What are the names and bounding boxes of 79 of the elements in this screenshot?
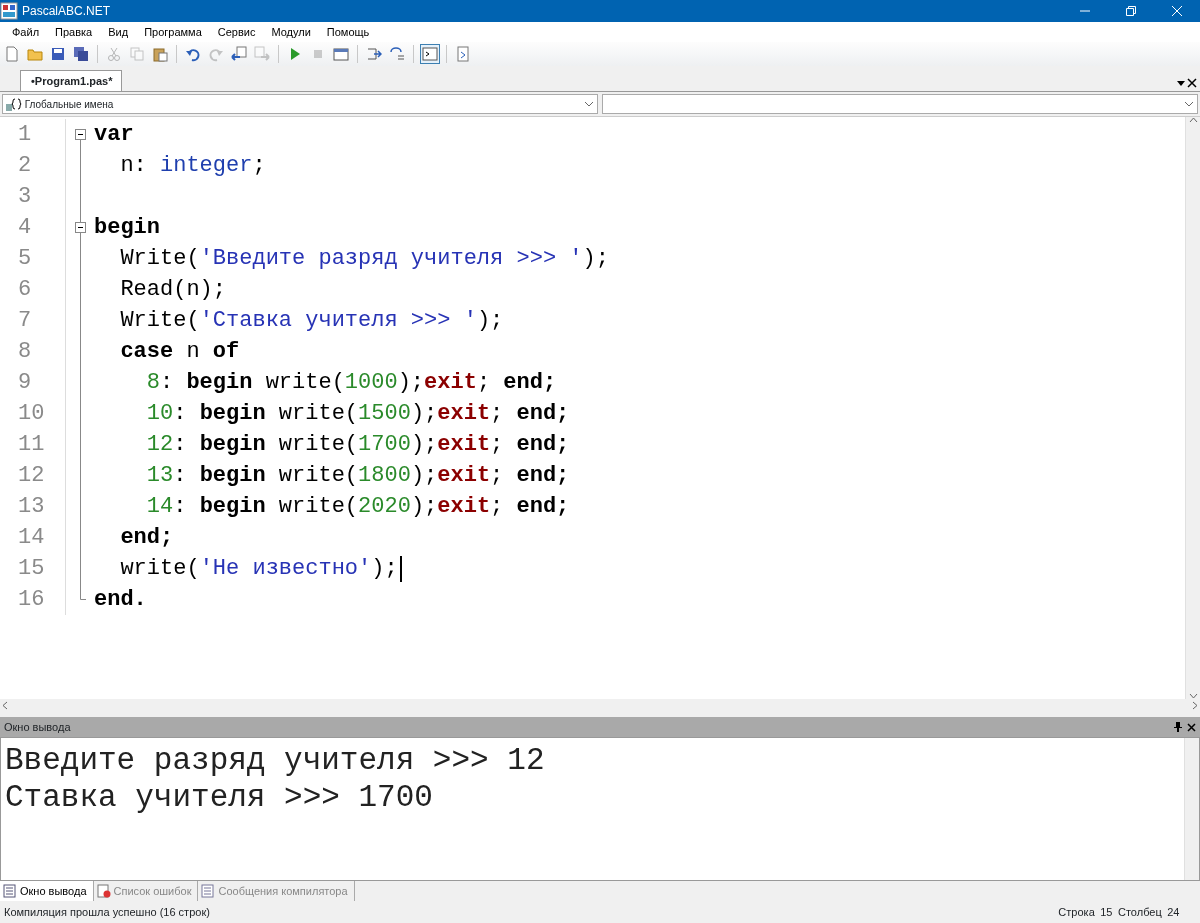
- menu-item[interactable]: Вид: [100, 23, 137, 41]
- status-label: Столбец: [1118, 904, 1162, 920]
- line-number: 16: [0, 584, 66, 615]
- tab-label: Список ошибок: [113, 883, 192, 899]
- code-line: 8: begin write(1000);exit; end;: [145, 369, 557, 397]
- chevron-down-icon: [584, 101, 594, 107]
- code-line: Write('Ставка учителя >>> ');: [119, 307, 504, 335]
- new-file-icon: [4, 46, 20, 62]
- error-list-icon: [96, 884, 111, 898]
- toolbar-button[interactable]: [420, 44, 440, 64]
- code-line: 12: begin write(1700);exit; end;: [145, 431, 570, 459]
- code-line: Read(n);: [119, 276, 227, 304]
- vertical-scrollbar[interactable]: [1185, 117, 1200, 699]
- copy-icon: [129, 46, 145, 62]
- document-arrow-icon: [231, 46, 247, 62]
- app-logo-icon: [0, 2, 18, 20]
- horizontal-scrollbar[interactable]: [0, 699, 1200, 712]
- scissors-icon: [106, 46, 122, 62]
- code-line: end.: [94, 586, 147, 614]
- chevron-down-icon: [1184, 101, 1194, 107]
- dropdown-icon[interactable]: [1176, 79, 1185, 88]
- menu-item[interactable]: Правка: [47, 23, 101, 41]
- clipboard-icon: [152, 46, 168, 62]
- scroll-down-icon[interactable]: [1188, 693, 1198, 699]
- pin-icon[interactable]: [1173, 722, 1182, 732]
- restore-icon[interactable]: [1126, 6, 1136, 16]
- scroll-right-icon[interactable]: [1192, 701, 1198, 710]
- close-icon[interactable]: [1187, 722, 1196, 732]
- collapse-icon[interactable]: [74, 129, 86, 140]
- menu-item[interactable]: Сервис: [209, 23, 264, 41]
- scroll-up-icon[interactable]: [1188, 117, 1198, 123]
- code-line: 14: begin write(2020);exit; end;: [145, 493, 570, 521]
- tab-label: Сообщения компилятора: [218, 883, 348, 899]
- code-line: case n of: [119, 338, 240, 366]
- status-value: 15: [1100, 904, 1113, 920]
- panel-title: Окно вывода: [4, 719, 71, 735]
- menu-item[interactable]: Помощь: [318, 23, 378, 41]
- status-message: Компиляция прошла успешно (16 строк): [4, 904, 210, 920]
- scroll-left-icon[interactable]: [2, 701, 8, 710]
- code-line: var: [94, 121, 134, 149]
- combo-value: Глобальные имена: [24, 97, 115, 112]
- file-tab[interactable]: •Program1.pas*: [20, 70, 122, 91]
- document-arrow-icon: [254, 46, 270, 62]
- status-value: 24: [1167, 904, 1180, 920]
- menu-item[interactable]: Модули: [263, 23, 319, 41]
- vertical-scrollbar[interactable]: [1184, 738, 1199, 880]
- save-all-icon: [73, 46, 89, 62]
- code-line: 13: begin write(1800);exit; end;: [145, 462, 570, 490]
- menu-item[interactable]: Файл: [4, 23, 48, 41]
- list-icon: [3, 884, 17, 898]
- save-icon: [50, 46, 66, 62]
- member-dropdown[interactable]: [602, 94, 1198, 114]
- collapse-icon[interactable]: [74, 222, 86, 233]
- output-line: Ставка учителя >>> 1700: [5, 779, 434, 816]
- list-icon: [201, 884, 216, 898]
- braces-icon: [6, 97, 22, 111]
- folder-icon: [27, 46, 43, 62]
- status-label: Строка: [1058, 904, 1095, 920]
- code-line: end;: [119, 524, 174, 552]
- page-icon: [455, 46, 471, 62]
- step-over-icon: [389, 46, 405, 62]
- panel-tab[interactable]: Окно вывода: [0, 881, 94, 901]
- toolbar-button[interactable]: [71, 44, 91, 64]
- redo-icon: [208, 46, 224, 62]
- undo-icon: [185, 46, 201, 62]
- menu-item[interactable]: Программа: [136, 23, 210, 41]
- code-line: Write('Введите разряд учителя >>> ');: [119, 245, 609, 273]
- code-line: n: integer;: [119, 152, 266, 180]
- tab-label: Окно вывода: [20, 883, 87, 899]
- code-line: begin: [94, 214, 160, 242]
- step-in-icon: [366, 46, 382, 62]
- code-line: 10: begin write(1500);exit; end;: [145, 400, 570, 428]
- window-title: PascalABC.NET: [22, 3, 111, 20]
- output-line: Введите разряд учителя >>> 12: [5, 742, 546, 779]
- scope-dropdown[interactable]: Глобальные имена: [2, 94, 598, 114]
- close-icon[interactable]: [1187, 78, 1198, 89]
- window-icon: [333, 46, 349, 62]
- console-icon: [422, 46, 438, 62]
- code-line: write('Не известно');: [119, 555, 398, 583]
